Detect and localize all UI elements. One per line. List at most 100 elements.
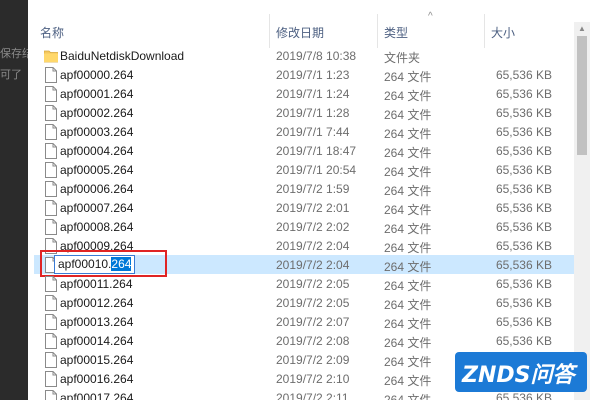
file-name: apf00006.264 [60,182,134,196]
file-type: 264 文件 [384,165,432,179]
file-type: 文件夹 [384,51,421,65]
modified-date: 2019/7/2 2:02 [276,220,350,234]
modified-date: 2019/7/1 1:23 [276,68,350,82]
file-type: 264 文件 [384,298,432,312]
file-type: 264 文件 [384,127,432,141]
file-row[interactable]: apf00002.264 2019/7/1 1:28 264 文件 65,536 KB [34,103,582,122]
file-icon [45,390,57,400]
file-name: BaiduNetdiskDownload [60,49,185,63]
file-icon [45,371,57,387]
file-icon [45,200,57,216]
file-icon [45,333,57,349]
column-header-date[interactable]: 修改日期 [276,24,324,41]
modified-date: 2019/7/2 2:11 [276,391,349,400]
highlight-annotation-box [40,250,167,277]
modified-date: 2019/7/2 2:01 [276,201,350,215]
file-name: apf00007.264 [60,201,134,215]
column-header-name[interactable]: 名称 [40,24,64,41]
file-size: 65,536 KB [495,258,552,272]
znds-watermark-logo: ZNDS问答 [455,346,595,396]
file-type: 264 文件 [384,260,432,274]
file-icon [45,162,57,178]
file-name: apf00008.264 [60,220,134,234]
file-size: 65,536 KB [495,239,552,253]
sort-arrow-icon: ^ [428,11,433,22]
file-type: 264 文件 [384,336,432,350]
file-icon [45,86,57,102]
file-name: apf00004.264 [60,144,134,158]
file-size: 65,536 KB [495,163,552,177]
modified-date: 2019/7/2 2:04 [276,258,350,272]
file-type: 264 文件 [384,184,432,198]
file-name: apf00017.264 [60,391,134,400]
file-name: apf00012.264 [60,296,134,310]
file-name: apf00013.264 [60,315,134,329]
file-name: apf00011.264 [60,277,133,291]
file-explorer-window: 名称 修改日期 类型 ^ 大小 BaiduNetdiskDownload 2019… [28,0,600,400]
file-row[interactable]: apf00003.264 2019/7/1 7:44 264 文件 65,536 KB [34,122,582,141]
file-row[interactable]: apf00001.264 2019/7/1 1:24 264 文件 65,536 KB [34,84,582,103]
modified-date: 2019/7/2 2:10 [276,372,350,386]
modified-date: 2019/7/2 2:07 [276,315,350,329]
column-divider[interactable] [484,14,485,48]
file-size: 65,536 KB [495,315,552,329]
file-size: 65,536 KB [495,144,552,158]
vertical-scrollbar[interactable]: ▲ [574,22,590,400]
column-divider[interactable] [377,14,378,48]
file-name: apf00015.264 [60,353,134,367]
file-name: apf00014.264 [60,334,134,348]
file-size: 65,536 KB [495,106,552,120]
file-type: 264 文件 [384,108,432,122]
file-name: apf00016.264 [60,372,134,386]
file-type: 264 文件 [384,317,432,331]
modified-date: 2019/7/1 1:24 [276,87,350,101]
scrollbar-thumb[interactable] [577,36,587,155]
file-icon [45,143,57,159]
modified-date: 2019/7/1 1:28 [276,106,350,120]
watermark-text: ZNDS问答 [462,363,575,388]
file-type: 264 文件 [384,203,432,217]
file-type: 264 文件 [384,70,432,84]
file-row[interactable]: apf00013.264 2019/7/2 2:07 264 文件 65,536 KB [34,312,582,331]
column-header-size[interactable]: 大小 [491,24,515,41]
column-divider[interactable] [269,14,270,48]
file-row[interactable]: apf00012.264 2019/7/2 2:05 264 文件 65,536 KB [34,293,582,312]
file-name: apf00005.264 [60,163,134,177]
file-row[interactable]: apf00005.264 2019/7/1 20:54 264 文件 65,536 K… [34,160,582,179]
file-type: 264 文件 [384,393,432,400]
modified-date: 2019/7/2 2:05 [276,277,350,291]
file-type: 264 文件 [384,89,432,103]
modified-date: 2019/7/1 7:44 [276,125,350,139]
modified-date: 2019/7/2 2:04 [276,239,350,253]
file-row[interactable]: BaiduNetdiskDownload 2019/7/8 10:38 文件夹 [34,46,582,65]
modified-date: 2019/7/1 20:54 [276,163,357,177]
modified-date: 2019/7/2 1:59 [276,182,350,196]
file-size: 65,536 KB [495,220,552,234]
modified-date: 2019/7/8 10:38 [276,49,357,63]
file-icon [45,67,57,83]
file-icon [45,105,57,121]
file-size: 65,536 KB [495,68,552,82]
folder-icon [44,50,58,63]
file-type: 264 文件 [384,222,432,236]
scroll-up-arrow-icon[interactable]: ▲ [574,24,590,33]
column-header-type[interactable]: 类型 [384,24,408,41]
selected-file-row[interactable]: apf00010.264 2019/7/2 2:04 264 文件 65,536 KB [34,250,582,277]
modified-date: 2019/7/2 2:05 [276,296,350,310]
modified-date: 2019/7/1 18:47 [276,144,357,158]
background-text-line: 可了 [0,69,22,81]
file-row[interactable]: apf00011.264 2019/7/2 2:05 264 文件 65,536 KB [34,274,582,293]
file-size: 65,536 KB [495,201,552,215]
file-row[interactable]: apf00007.264 2019/7/2 2:01 264 文件 65,536 KB [34,198,582,217]
file-type: 264 文件 [384,146,432,160]
file-row[interactable]: apf00000.264 2019/7/1 1:23 264 文件 65,536 KB [34,65,582,84]
modified-date: 2019/7/2 2:09 [276,353,350,367]
file-icon [45,124,57,140]
file-size: 65,536 KB [495,87,552,101]
file-size: 65,536 KB [495,277,552,291]
file-name: apf00001.264 [60,87,134,101]
file-row[interactable]: apf00006.264 2019/7/2 1:59 264 文件 65,536 KB [34,179,582,198]
file-row[interactable]: apf00004.264 2019/7/1 18:47 264 文件 65,536 K… [34,141,582,160]
file-row[interactable]: apf00008.264 2019/7/2 2:02 264 文件 65,536 KB [34,217,582,236]
file-icon [45,295,57,311]
